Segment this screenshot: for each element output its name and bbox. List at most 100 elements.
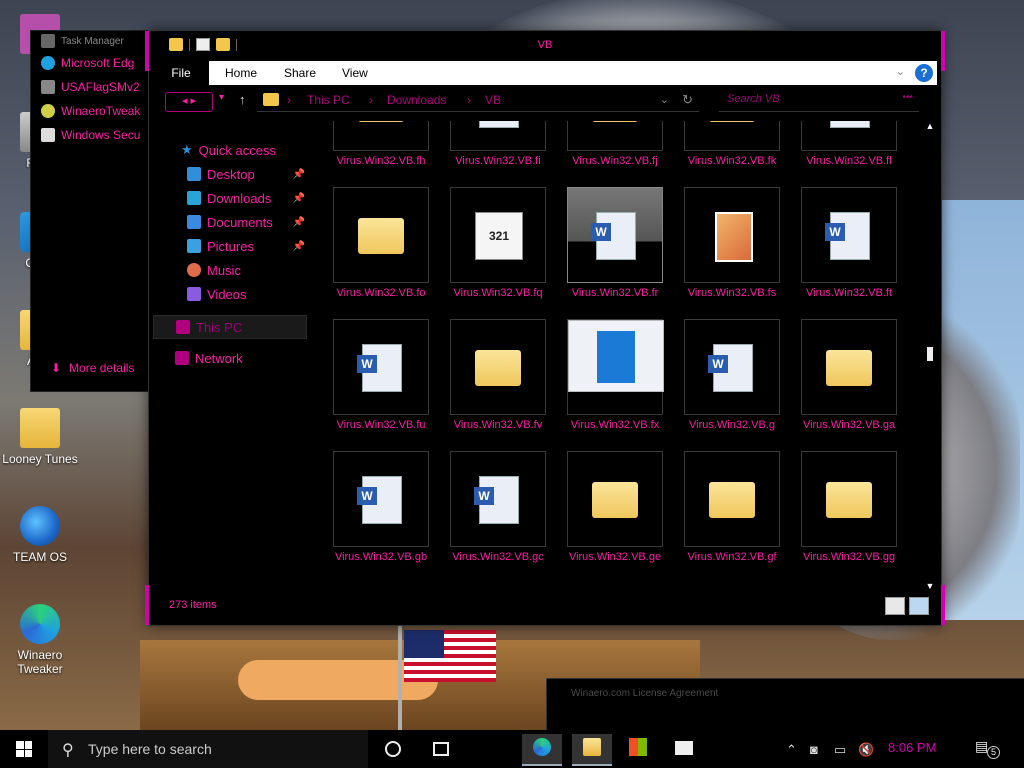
file-tile[interactable]: Virus.Win32.VB.fh: [333, 121, 450, 187]
nav-quick-access[interactable]: ★ Quick access: [153, 139, 313, 161]
file-tile[interactable]: Virus.Win32.VB.fs: [684, 187, 801, 319]
recent-locations-icon[interactable]: ▾: [219, 92, 224, 110]
process-item[interactable]: Windows Secu: [31, 123, 149, 147]
nav-desktop[interactable]: Desktop 📌: [153, 163, 313, 185]
back-button[interactable]: ◂ ▸: [165, 92, 213, 112]
file-tile[interactable]: Virus.Win32.VB.gc: [450, 451, 567, 583]
file-tile[interactable]: Virus.Win32.VB.g: [684, 319, 801, 451]
file-tile[interactable]: Virus.Win32.VB.gg: [801, 451, 917, 583]
search-box[interactable]: Search VB •••: [719, 89, 919, 112]
nav-downloads[interactable]: Downloads 📌: [153, 187, 313, 209]
search-icon: ⚲: [62, 742, 74, 759]
file-tile[interactable]: Virus.Win32.VB.gf: [684, 451, 801, 583]
file-tile[interactable]: 321 Virus.Win32.VB.fq: [450, 187, 567, 319]
process-item[interactable]: Microsoft Edg: [31, 51, 149, 75]
file-thumbnail: [684, 319, 780, 415]
webcam-icon[interactable]: ◙: [810, 742, 824, 757]
taskbar-edge[interactable]: [522, 734, 562, 766]
refresh-icon[interactable]: ↻: [682, 92, 693, 108]
volume-muted-icon[interactable]: 🔇: [858, 742, 874, 757]
edge-icon: [41, 56, 55, 70]
license-dialog[interactable]: Winaero.com License Agreement: [546, 678, 1024, 732]
file-tile[interactable]: Virus.Win32.VB.ft: [801, 187, 917, 319]
details-view-icon[interactable]: [885, 597, 905, 615]
scroll-up-icon[interactable]: ▲: [925, 121, 935, 131]
file-thumbnail: [450, 451, 546, 547]
file-tile[interactable]: Virus.Win32.VB.gb: [333, 451, 450, 583]
process-item[interactable]: USAFlagSMv2: [31, 75, 149, 99]
flag-pole: [395, 616, 405, 730]
start-button[interactable]: [0, 730, 48, 768]
network-icon[interactable]: ▭: [834, 742, 848, 757]
scrollbar-thumb[interactable]: [927, 347, 933, 361]
pictures-icon: [187, 239, 201, 253]
word-document-icon: [357, 344, 402, 392]
file-tile[interactable]: Virus.Win32.VB.fk: [684, 121, 801, 187]
search-icon: •••: [902, 92, 913, 103]
chevron-down-icon[interactable]: ⌄: [660, 93, 669, 106]
nav-network[interactable]: Network: [153, 347, 313, 369]
nav-documents[interactable]: Documents 📌: [153, 211, 313, 233]
desktop-icon-looney-tunes[interactable]: Looney Tunes: [0, 408, 80, 466]
task-view-button[interactable]: [420, 734, 460, 764]
up-button[interactable]: ↑: [239, 92, 246, 110]
taskbar-search[interactable]: ⚲ Type here to search: [48, 730, 368, 768]
desktop-icon-team-os[interactable]: TEAM OS: [0, 506, 80, 564]
help-button[interactable]: ?: [915, 64, 933, 82]
file-thumbnail: [567, 121, 663, 151]
nav-pictures[interactable]: Pictures 📌: [153, 235, 313, 257]
tab-file[interactable]: File: [153, 61, 209, 85]
file-thumbnail: [684, 121, 780, 151]
word-document-icon: [825, 212, 870, 260]
file-tile[interactable]: Virus.Win32.VB.fo: [333, 187, 450, 319]
file-tile[interactable]: Virus.Win32.VB.ge: [567, 451, 684, 583]
file-thumbnail: [567, 187, 663, 283]
file-name: Virus.Win32.VB.fu: [336, 419, 426, 431]
folder-icon: [709, 121, 755, 122]
notification-center-button[interactable]: ▤ 5: [975, 738, 1000, 759]
file-tile[interactable]: Virus.Win32.VB.fl: [801, 121, 917, 187]
task-view-icon: [433, 742, 449, 756]
breadcrumb-this-pc[interactable]: This PC: [307, 93, 350, 107]
window-edge-accent: [941, 585, 945, 625]
nav-this-pc[interactable]: This PC: [153, 315, 307, 339]
file-thumbnail: [801, 187, 897, 283]
file-name: Virus.Win32.VB.fv: [453, 419, 543, 431]
address-bar[interactable]: › This PC › Downloads › VB ⌄ ↻: [257, 91, 699, 112]
large-icons-view-icon[interactable]: [909, 597, 929, 615]
chevron-up-icon[interactable]: ⌃: [786, 742, 800, 757]
file-name: Virus.Win32.VB.ge: [568, 551, 662, 563]
cortana-button[interactable]: [372, 734, 412, 764]
file-thumbnail: [450, 121, 546, 151]
title-bar[interactable]: VB: [149, 31, 941, 61]
edge-icon: [533, 738, 551, 756]
nav-label: Downloads: [207, 190, 272, 206]
nav-videos[interactable]: Videos: [153, 283, 313, 305]
file-tile[interactable]: Virus.Win32.VB.fu: [333, 319, 450, 451]
file-tile[interactable]: Virus.Win32.VB.fj: [567, 121, 684, 187]
nav-label: Music: [207, 262, 241, 278]
file-tile[interactable]: Virus.Win32.VB.ga: [801, 319, 917, 451]
file-tile[interactable]: Virus.Win32.VB.fr: [567, 187, 684, 319]
breadcrumb-vb[interactable]: VB: [485, 93, 501, 107]
ribbon-expand-icon[interactable]: ⌄: [896, 65, 905, 78]
desktop-icon-winaero[interactable]: Winaero Tweaker: [0, 604, 80, 676]
more-details-button[interactable]: ⬇ More details: [51, 361, 134, 375]
taskbar-mail[interactable]: [664, 734, 704, 764]
nav-music[interactable]: Music: [153, 259, 313, 281]
process-item[interactable]: WinaeroTweak: [31, 99, 149, 123]
vertical-scrollbar[interactable]: ▲ ▼: [925, 121, 935, 591]
tab-share[interactable]: Share: [284, 61, 316, 85]
us-flag-widget[interactable]: [404, 630, 496, 682]
taskbar-file-explorer[interactable]: [572, 734, 612, 766]
file-tile[interactable]: Virus.Win32.VB.fi: [450, 121, 567, 187]
scroll-down-icon[interactable]: ▼: [925, 581, 935, 591]
breadcrumb-downloads[interactable]: Downloads: [387, 93, 446, 107]
clock[interactable]: 8:06 PM: [888, 740, 936, 755]
file-tile[interactable]: Virus.Win32.VB.fx: [567, 319, 684, 451]
documents-icon: [187, 215, 201, 229]
tab-view[interactable]: View: [342, 61, 368, 85]
tab-home[interactable]: Home: [225, 61, 257, 85]
file-tile[interactable]: Virus.Win32.VB.fv: [450, 319, 567, 451]
taskbar-store[interactable]: [618, 734, 658, 764]
